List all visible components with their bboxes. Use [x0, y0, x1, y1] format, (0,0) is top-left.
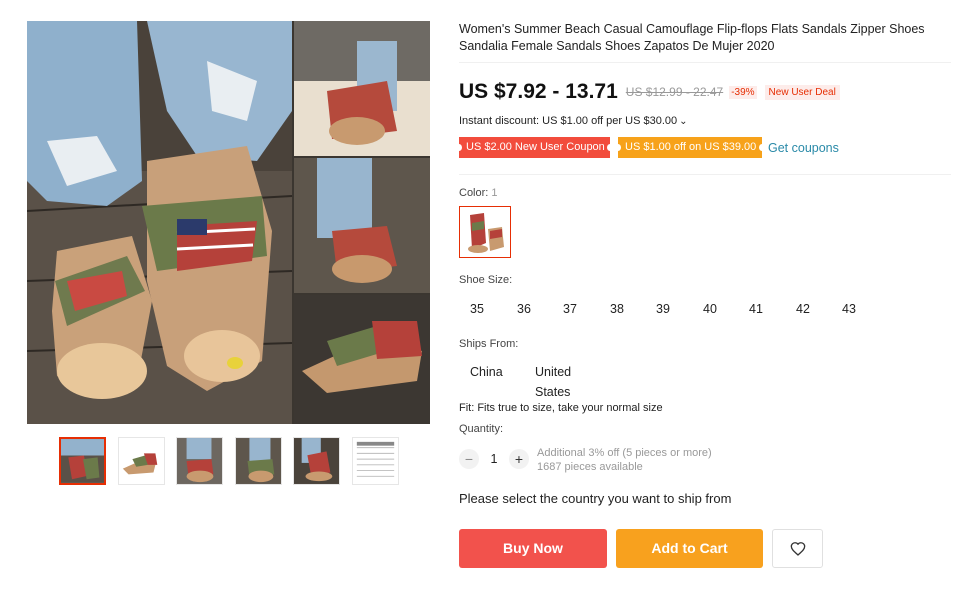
size-option[interactable]: 43 — [831, 299, 867, 319]
add-to-cart-button[interactable]: Add to Cart — [616, 529, 763, 568]
quantity-value[interactable]: 1 — [479, 452, 509, 466]
discount-badge: -39% — [729, 85, 757, 99]
ship-option-united-states[interactable]: United States — [535, 362, 571, 402]
size-option[interactable]: 40 — [692, 299, 728, 319]
size-option[interactable]: 42 — [785, 299, 821, 319]
thumb-worn-angle[interactable] — [235, 437, 282, 485]
ships-from-label: Ships From: — [459, 338, 519, 350]
buy-now-button[interactable]: Buy Now — [459, 529, 607, 568]
current-price: US $7.92 - 13.71 — [459, 80, 618, 103]
coupon-row: US $2.00 New User Coupon US $1.00 off on… — [456, 137, 839, 158]
divider — [459, 62, 951, 63]
size-option[interactable]: 35 — [459, 299, 495, 319]
bulk-discount-note: Additional 3% off (5 pieces or more) — [537, 447, 712, 459]
chevron-down-icon: ⌄ — [679, 116, 688, 127]
quantity-stepper: − 1 + — [459, 448, 529, 470]
heart-icon — [790, 542, 806, 556]
quantity-plus-button[interactable]: + — [509, 449, 529, 469]
product-title: Women's Summer Beach Casual Camouflage F… — [459, 22, 925, 53]
stock-available: 1687 pieces available — [537, 461, 643, 473]
ship-country-message: Please select the country you want to sh… — [459, 491, 732, 506]
quantity-info: Additional 3% off (5 pieces or more) 168… — [537, 446, 712, 474]
instant-discount[interactable]: Instant discount: US $1.00 off per US $3… — [459, 115, 688, 127]
thumb-size-chart[interactable] — [352, 437, 399, 485]
size-option[interactable]: 41 — [738, 299, 774, 319]
new-user-deal-badge: New User Deal — [764, 84, 840, 100]
fit-note: Fit: Fits true to size, take your normal… — [459, 402, 663, 414]
quantity-label: Quantity: — [459, 423, 504, 435]
price-row: US $7.92 - 13.71 US $12.99 - 22.47 -39% … — [459, 78, 840, 106]
get-coupons-link[interactable]: Get coupons — [768, 141, 839, 155]
size-option[interactable]: 36 — [506, 299, 542, 319]
thumb-worn-top[interactable] — [176, 437, 223, 485]
color-label: Color: 1 — [459, 187, 497, 199]
size-option[interactable]: 39 — [645, 299, 681, 319]
thumb-worn-side[interactable] — [293, 437, 340, 485]
wishlist-button[interactable] — [772, 529, 823, 568]
new-user-coupon[interactable]: US $2.00 New User Coupon — [456, 137, 613, 158]
store-coupon[interactable]: US $1.00 off on US $39.00 — [615, 137, 765, 158]
size-option[interactable]: 38 — [599, 299, 635, 319]
main-product-image[interactable] — [27, 21, 430, 424]
thumb-worn-front[interactable] — [59, 437, 106, 485]
divider — [459, 174, 951, 175]
shoe-size-label: Shoe Size: — [459, 274, 513, 286]
instant-discount-text: Instant discount: US $1.00 off per US $3… — [459, 115, 678, 127]
ship-option-china[interactable]: China — [470, 362, 503, 382]
color-label-text: Color: — [459, 187, 489, 199]
color-option-swatch[interactable] — [459, 206, 511, 258]
quantity-minus-button[interactable]: − — [459, 449, 479, 469]
thumb-pair-side[interactable] — [118, 437, 165, 485]
color-count: 1 — [491, 187, 498, 199]
original-price: US $12.99 - 22.47 — [625, 85, 724, 99]
size-option[interactable]: 37 — [552, 299, 588, 319]
